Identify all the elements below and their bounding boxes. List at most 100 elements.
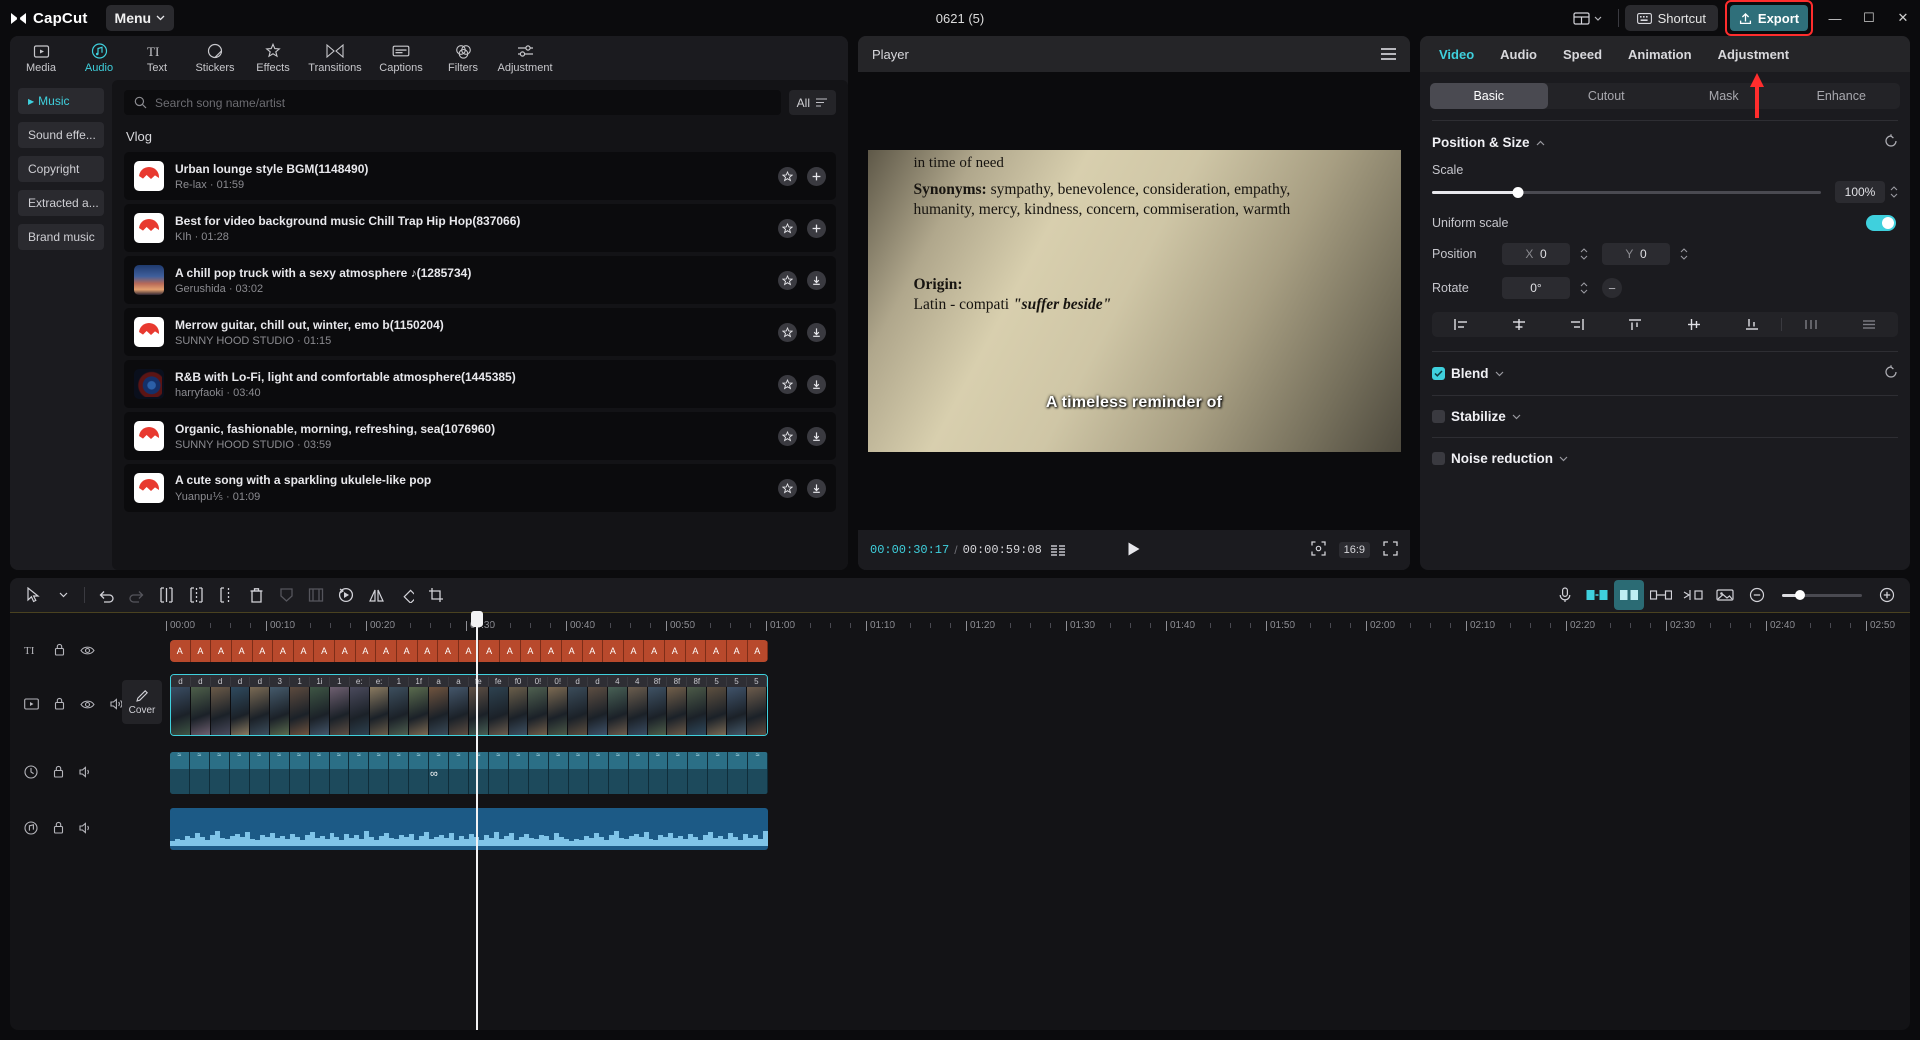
align-center-horizontal-icon[interactable]: [1490, 312, 1548, 337]
text-clip-segment[interactable]: A: [314, 640, 335, 662]
list-item[interactable]: Organic, fashionable, morning, refreshin…: [124, 412, 836, 460]
favorite-icon[interactable]: [778, 218, 797, 238]
overlay-clip-segment[interactable]: ≈: [688, 752, 709, 794]
redo-icon[interactable]: [121, 580, 151, 610]
text-clip-segment[interactable]: A: [253, 640, 274, 662]
list-item[interactable]: A cute song with a sparkling ukulele-lik…: [124, 464, 836, 512]
select-arrow-icon[interactable]: [18, 580, 48, 610]
crop-icon[interactable]: [1310, 541, 1326, 559]
text-clip-segment[interactable]: A: [644, 640, 665, 662]
cover-button[interactable]: Cover: [122, 680, 162, 724]
tab-video[interactable]: Video: [1426, 36, 1487, 72]
align-bottom-icon[interactable]: [1723, 312, 1781, 337]
text-clip-segment[interactable]: A: [438, 640, 459, 662]
shortcut-button[interactable]: Shortcut: [1624, 5, 1718, 31]
layout-button[interactable]: [1563, 0, 1612, 36]
player-current-time[interactable]: 00:00:30:17: [870, 543, 949, 557]
chevron-down-icon[interactable]: [1512, 414, 1521, 420]
tab-audio[interactable]: Audio: [70, 36, 128, 80]
list-item[interactable]: A chill pop truck with a sexy atmosphere…: [124, 256, 836, 304]
position-y-input[interactable]: Y 0: [1602, 243, 1670, 265]
timeline-zoom-slider[interactable]: [1782, 588, 1862, 602]
overlay-clip-segment[interactable]: ≈: [389, 752, 410, 794]
overlay-clip-segment[interactable]: ≈: [568, 752, 589, 794]
list-item[interactable]: Merrow guitar, chill out, winter, emo b(…: [124, 308, 836, 356]
select-dropdown-icon[interactable]: [48, 580, 78, 610]
overlay-clip-segment[interactable]: ≈: [548, 752, 569, 794]
lock-icon[interactable]: [54, 643, 65, 659]
zoom-in-icon[interactable]: [1872, 580, 1902, 610]
video-frame[interactable]: in time of need Synonyms: sympathy, bene…: [867, 150, 1401, 452]
overlay-clip-segment[interactable]: ≈: [508, 752, 529, 794]
overlay-clip-segment[interactable]: ≈: [449, 752, 470, 794]
align-left-icon[interactable]: [1432, 312, 1490, 337]
overlay-clip[interactable]: ≈ ≈ ≈ ≈ ≈ ≈ ≈ ≈ ≈ ≈ ≈ ≈ ≈ ≈ ≈ ≈ ≈ ≈ ≈ ≈ ≈ ≈ ≈ ≈ ≈ ≈ ≈ ≈ ≈ ≈: [170, 752, 768, 794]
auto-cut-icon[interactable]: [1582, 580, 1612, 610]
text-clip-segment[interactable]: A: [170, 640, 191, 662]
align-right-icon[interactable]: [1548, 312, 1606, 337]
text-clip-segment[interactable]: A: [727, 640, 748, 662]
blend-header[interactable]: Blend: [1420, 352, 1910, 382]
aspect-ratio-button[interactable]: 16:9: [1338, 542, 1370, 558]
add-to-timeline-icon[interactable]: [807, 218, 826, 238]
tab-text[interactable]: TI Text: [128, 36, 186, 80]
rotate-icon[interactable]: [391, 580, 421, 610]
split-icon[interactable]: [151, 580, 181, 610]
close-button[interactable]: ✕: [1886, 0, 1920, 36]
subnav-item-brand-music[interactable]: Brand music: [18, 224, 104, 250]
tab-effects[interactable]: Effects: [244, 36, 302, 80]
tab-transitions[interactable]: Transitions: [302, 36, 368, 80]
chevron-down-icon[interactable]: [1495, 371, 1504, 377]
trim-right-icon[interactable]: [211, 580, 241, 610]
overlay-clip-segment[interactable]: ≈: [648, 752, 669, 794]
overlay-clip-segment[interactable]: ≈: [209, 752, 230, 794]
overlay-clip-segment[interactable]: ≈: [269, 752, 290, 794]
distribute-horizontal-icon[interactable]: [1782, 312, 1840, 337]
position-y-stepper[interactable]: [1680, 248, 1688, 260]
export-button[interactable]: Export: [1730, 5, 1808, 31]
playhead-grip[interactable]: [471, 611, 483, 627]
stabilize-header[interactable]: Stabilize: [1420, 396, 1910, 424]
crop-icon[interactable]: [421, 580, 451, 610]
song-list[interactable]: Urban lounge style BGM(1148490) Re-lax ·…: [112, 152, 848, 570]
subnav-item-sound-effects[interactable]: Sound effe...: [18, 122, 104, 148]
favorite-icon[interactable]: [778, 374, 797, 394]
trim-left-icon[interactable]: [181, 580, 211, 610]
eye-icon[interactable]: [80, 698, 95, 713]
subnav-item-copyright[interactable]: Copyright: [18, 156, 104, 182]
blend-reset-icon[interactable]: [1884, 365, 1898, 382]
position-x-input[interactable]: X 0: [1502, 243, 1570, 265]
tab-adjustment[interactable]: Adjustment: [492, 36, 558, 80]
text-clip-segment[interactable]: A: [603, 640, 624, 662]
scale-value-input[interactable]: 100%: [1835, 181, 1885, 203]
text-clip-segment[interactable]: A: [624, 640, 645, 662]
overlay-clip-segment[interactable]: ≈: [748, 752, 768, 794]
search-input[interactable]: [155, 95, 771, 110]
favorite-icon[interactable]: [778, 478, 797, 498]
overlay-clip-segment[interactable]: ≈: [349, 752, 370, 794]
subnav-item-extracted-audio[interactable]: Extracted a...: [18, 190, 104, 216]
text-clip-segment[interactable]: A: [562, 640, 583, 662]
overlay-clip-segment[interactable]: ≈: [528, 752, 549, 794]
rotate-input[interactable]: 0°: [1502, 277, 1570, 299]
position-x-stepper[interactable]: [1580, 248, 1588, 260]
text-clip-segment[interactable]: A: [479, 640, 500, 662]
timeline-ruler[interactable]: 00:0000:1000:2000:3000:4000:5001:0001:10…: [10, 612, 1910, 640]
overlay-clip-segment[interactable]: ≈: [708, 752, 729, 794]
zoom-out-icon[interactable]: [1742, 580, 1772, 610]
tab-stickers[interactable]: Stickers: [186, 36, 244, 80]
overlay-clip-segment[interactable]: ≈: [309, 752, 330, 794]
text-clip-segment[interactable]: A: [418, 640, 439, 662]
rotate-stepper[interactable]: [1580, 282, 1588, 294]
scale-stepper[interactable]: [1890, 186, 1898, 198]
segment-mask[interactable]: Mask: [1665, 83, 1783, 109]
microphone-icon[interactable]: [1550, 580, 1580, 610]
blend-checkbox[interactable]: [1432, 367, 1445, 380]
eye-icon[interactable]: [80, 644, 95, 659]
text-clip-segment[interactable]: A: [500, 640, 521, 662]
text-clip-segment[interactable]: A: [232, 640, 253, 662]
video-clip[interactable]: d d d d d 3 1 1i 1 e: e: 1 1f a a fe fe f0 0! 0! d d 4 4 8f 8f 8f 5…: [170, 674, 768, 736]
text-clip-segment[interactable]: A: [294, 640, 315, 662]
download-icon[interactable]: [807, 426, 826, 446]
lock-icon[interactable]: [54, 697, 65, 713]
